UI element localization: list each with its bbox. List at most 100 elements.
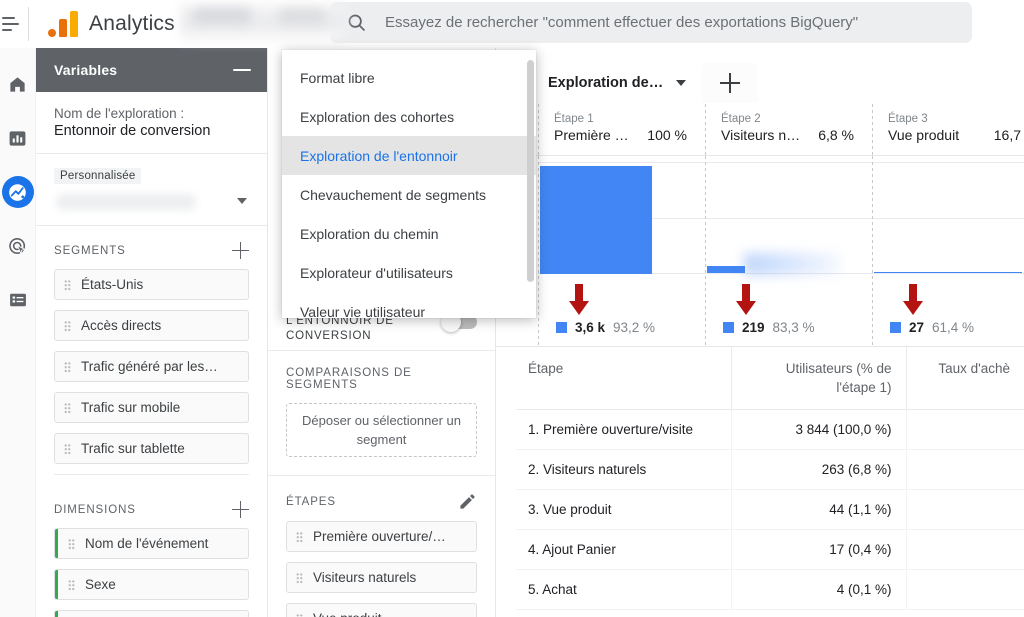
date-range-selector[interactable]: Personnalisée xyxy=(36,154,267,226)
sidebar-item-library[interactable] xyxy=(2,284,34,316)
segment-label: Accès directs xyxy=(81,318,162,333)
drag-handle-icon[interactable] xyxy=(296,572,303,583)
menu-item-valeur-vie-utilisateur[interactable]: Valeur vie utilisateur xyxy=(282,292,536,319)
brand[interactable]: Analytics xyxy=(29,10,175,37)
drag-handle-icon[interactable] xyxy=(68,538,75,549)
exploration-name-value[interactable]: Entonnoir de conversion xyxy=(54,123,249,139)
plus-icon xyxy=(720,73,741,93)
column-header-users[interactable]: Utilisateurs (% de l'étape 1) xyxy=(730,347,906,410)
list-item[interactable]: Nom de l'événement xyxy=(54,528,249,559)
list-item[interactable] xyxy=(54,610,249,617)
list-item[interactable]: Accès directs xyxy=(54,310,249,341)
edit-steps-button[interactable] xyxy=(458,492,477,511)
step-percent-label: 16,7 xyxy=(993,127,1021,143)
tab-funnel-exploration[interactable]: Exploration de… xyxy=(504,63,703,103)
search-input[interactable]: Essayez de rechercher "comment effectuer… xyxy=(330,2,972,43)
drag-handle-icon[interactable] xyxy=(64,443,71,454)
cell-step: 5. Achat xyxy=(516,569,731,610)
segment-dropzone[interactable]: Déposer ou sélectionner un segment xyxy=(286,403,477,457)
step-label: Vue produit xyxy=(313,611,382,617)
abandon-arrow-3 xyxy=(900,284,926,320)
add-segment-button[interactable] xyxy=(232,242,249,259)
list-item[interactable]: Vue produit xyxy=(286,603,477,617)
table-header-row: Étape Utilisateurs (% de l'étape 1) Taux… xyxy=(516,347,1024,410)
minus-icon[interactable] xyxy=(233,69,251,71)
funnel-step-header-2[interactable]: Étape 2 Visiteurs n… 6,8 % xyxy=(705,104,872,156)
step-name-label: Visiteurs n… xyxy=(721,127,801,143)
column-header-step[interactable]: Étape xyxy=(516,347,731,410)
drag-handle-icon[interactable] xyxy=(68,579,75,590)
home-icon xyxy=(10,76,25,92)
exploration-canvas: Exploration de… Étape 1 Première … 100 %… xyxy=(496,48,1024,617)
legend-swatch xyxy=(556,322,567,333)
top-bar: Analytics Essayez de rechercher "comment… xyxy=(0,0,1024,48)
steps-title: ÉTAPES xyxy=(286,495,336,508)
table-row[interactable]: 5. Achat 4 (0,1 %) xyxy=(516,569,1024,610)
drag-handle-icon[interactable] xyxy=(64,402,71,413)
menu-item-explorateur-utilisateurs[interactable]: Explorateur d'utilisateurs xyxy=(282,253,536,292)
list-item[interactable]: États-Unis xyxy=(54,269,249,300)
drag-handle-icon[interactable] xyxy=(296,613,303,617)
gridline xyxy=(538,162,1024,163)
chevron-down-icon[interactable] xyxy=(676,80,687,86)
dimension-label: Nom de l'événement xyxy=(85,536,209,551)
list-item[interactable]: Sexe xyxy=(54,569,249,600)
sidebar-item-home[interactable] xyxy=(2,68,34,100)
step-divider xyxy=(538,156,539,346)
legend-step-2: 219 83,3 % xyxy=(723,320,815,335)
segment-dropzone-label: Déposer ou sélectionner un segment xyxy=(302,413,461,447)
menu-item-chevauchement-segments[interactable]: Chevauchement de segments xyxy=(282,175,536,214)
segment-label: États-Unis xyxy=(81,277,144,292)
dimension-color-bar xyxy=(55,529,58,558)
list-item[interactable]: Trafic généré par les… xyxy=(54,351,249,382)
dimension-label: Sexe xyxy=(85,577,116,592)
table-row[interactable]: 4. Ajout Panier 17 (0,4 %) xyxy=(516,529,1024,570)
exploration-name-label: Nom de l'exploration : xyxy=(54,106,185,121)
sidebar-item-explore[interactable] xyxy=(1,176,34,208)
column-header-completion-rate[interactable]: Taux d'achè xyxy=(905,347,1024,410)
menu-scrollbar-thumb[interactable] xyxy=(527,60,534,282)
drag-handle-icon[interactable] xyxy=(64,279,71,290)
account-name-blurred xyxy=(192,8,252,24)
menu-item-format-libre[interactable]: Format libre xyxy=(282,58,536,97)
segment-label: Trafic généré par les… xyxy=(81,359,218,374)
menu-item-label: Exploration des cohortes xyxy=(300,108,455,125)
add-tab-button[interactable] xyxy=(702,63,759,103)
funnel-step-header-1[interactable]: Étape 1 Première … 100 % xyxy=(538,104,705,156)
dimensions-section: DIMENSIONS Nom de l'événement Sexe xyxy=(36,485,267,617)
legend-percent: 93,2 % xyxy=(613,320,656,335)
list-item[interactable]: Première ouverture/… xyxy=(286,521,477,552)
hamburger-icon[interactable] xyxy=(0,0,26,48)
bar-step-2[interactable] xyxy=(707,266,745,273)
legend-value: 3,6 k xyxy=(575,320,606,335)
legend-value: 27 xyxy=(909,320,925,335)
menu-item-exploration-chemin[interactable]: Exploration du chemin xyxy=(282,214,536,253)
legend-step-3: 27 61,4 % xyxy=(890,320,974,335)
table-row[interactable]: 1. Première ouverture/visite 3 844 (100,… xyxy=(516,409,1024,450)
pencil-icon xyxy=(460,494,475,509)
table-row[interactable]: 2. Visiteurs naturels 263 (6,8 %) xyxy=(516,449,1024,490)
table-row[interactable]: 3. Vue produit 44 (1,1 %) xyxy=(516,489,1024,530)
drag-handle-icon[interactable] xyxy=(64,361,71,372)
drag-handle-icon[interactable] xyxy=(296,531,303,542)
bar-step-3[interactable] xyxy=(874,272,1022,274)
add-dimension-button[interactable] xyxy=(232,501,249,518)
left-nav-rail xyxy=(0,48,36,617)
menu-item-exploration-cohortes[interactable]: Exploration des cohortes xyxy=(282,97,536,136)
bar-step-1[interactable] xyxy=(540,166,652,274)
sidebar-item-reports[interactable] xyxy=(2,122,34,154)
sidebar-item-advertising[interactable] xyxy=(2,230,34,262)
chevron-down-icon[interactable] xyxy=(237,198,247,204)
search-placeholder-text: Essayez de rechercher "comment effectuer… xyxy=(385,14,859,31)
drag-handle-icon[interactable] xyxy=(64,320,71,331)
list-item[interactable]: Trafic sur tablette xyxy=(54,433,249,464)
legend-swatch xyxy=(890,322,901,333)
list-item[interactable]: Visiteurs naturels xyxy=(286,562,477,593)
list-item[interactable]: Trafic sur mobile xyxy=(54,392,249,423)
dimensions-title: DIMENSIONS xyxy=(54,503,136,516)
abandon-arrow-1 xyxy=(566,284,592,320)
cell-step: 1. Première ouverture/visite xyxy=(516,409,731,450)
menu-item-exploration-entonnoir[interactable]: Exploration de l'entonnoir xyxy=(282,136,536,175)
funnel-step-header-3[interactable]: Étape 3 Vue produit 16,7 xyxy=(872,104,1024,156)
cell-rate xyxy=(905,489,1024,530)
